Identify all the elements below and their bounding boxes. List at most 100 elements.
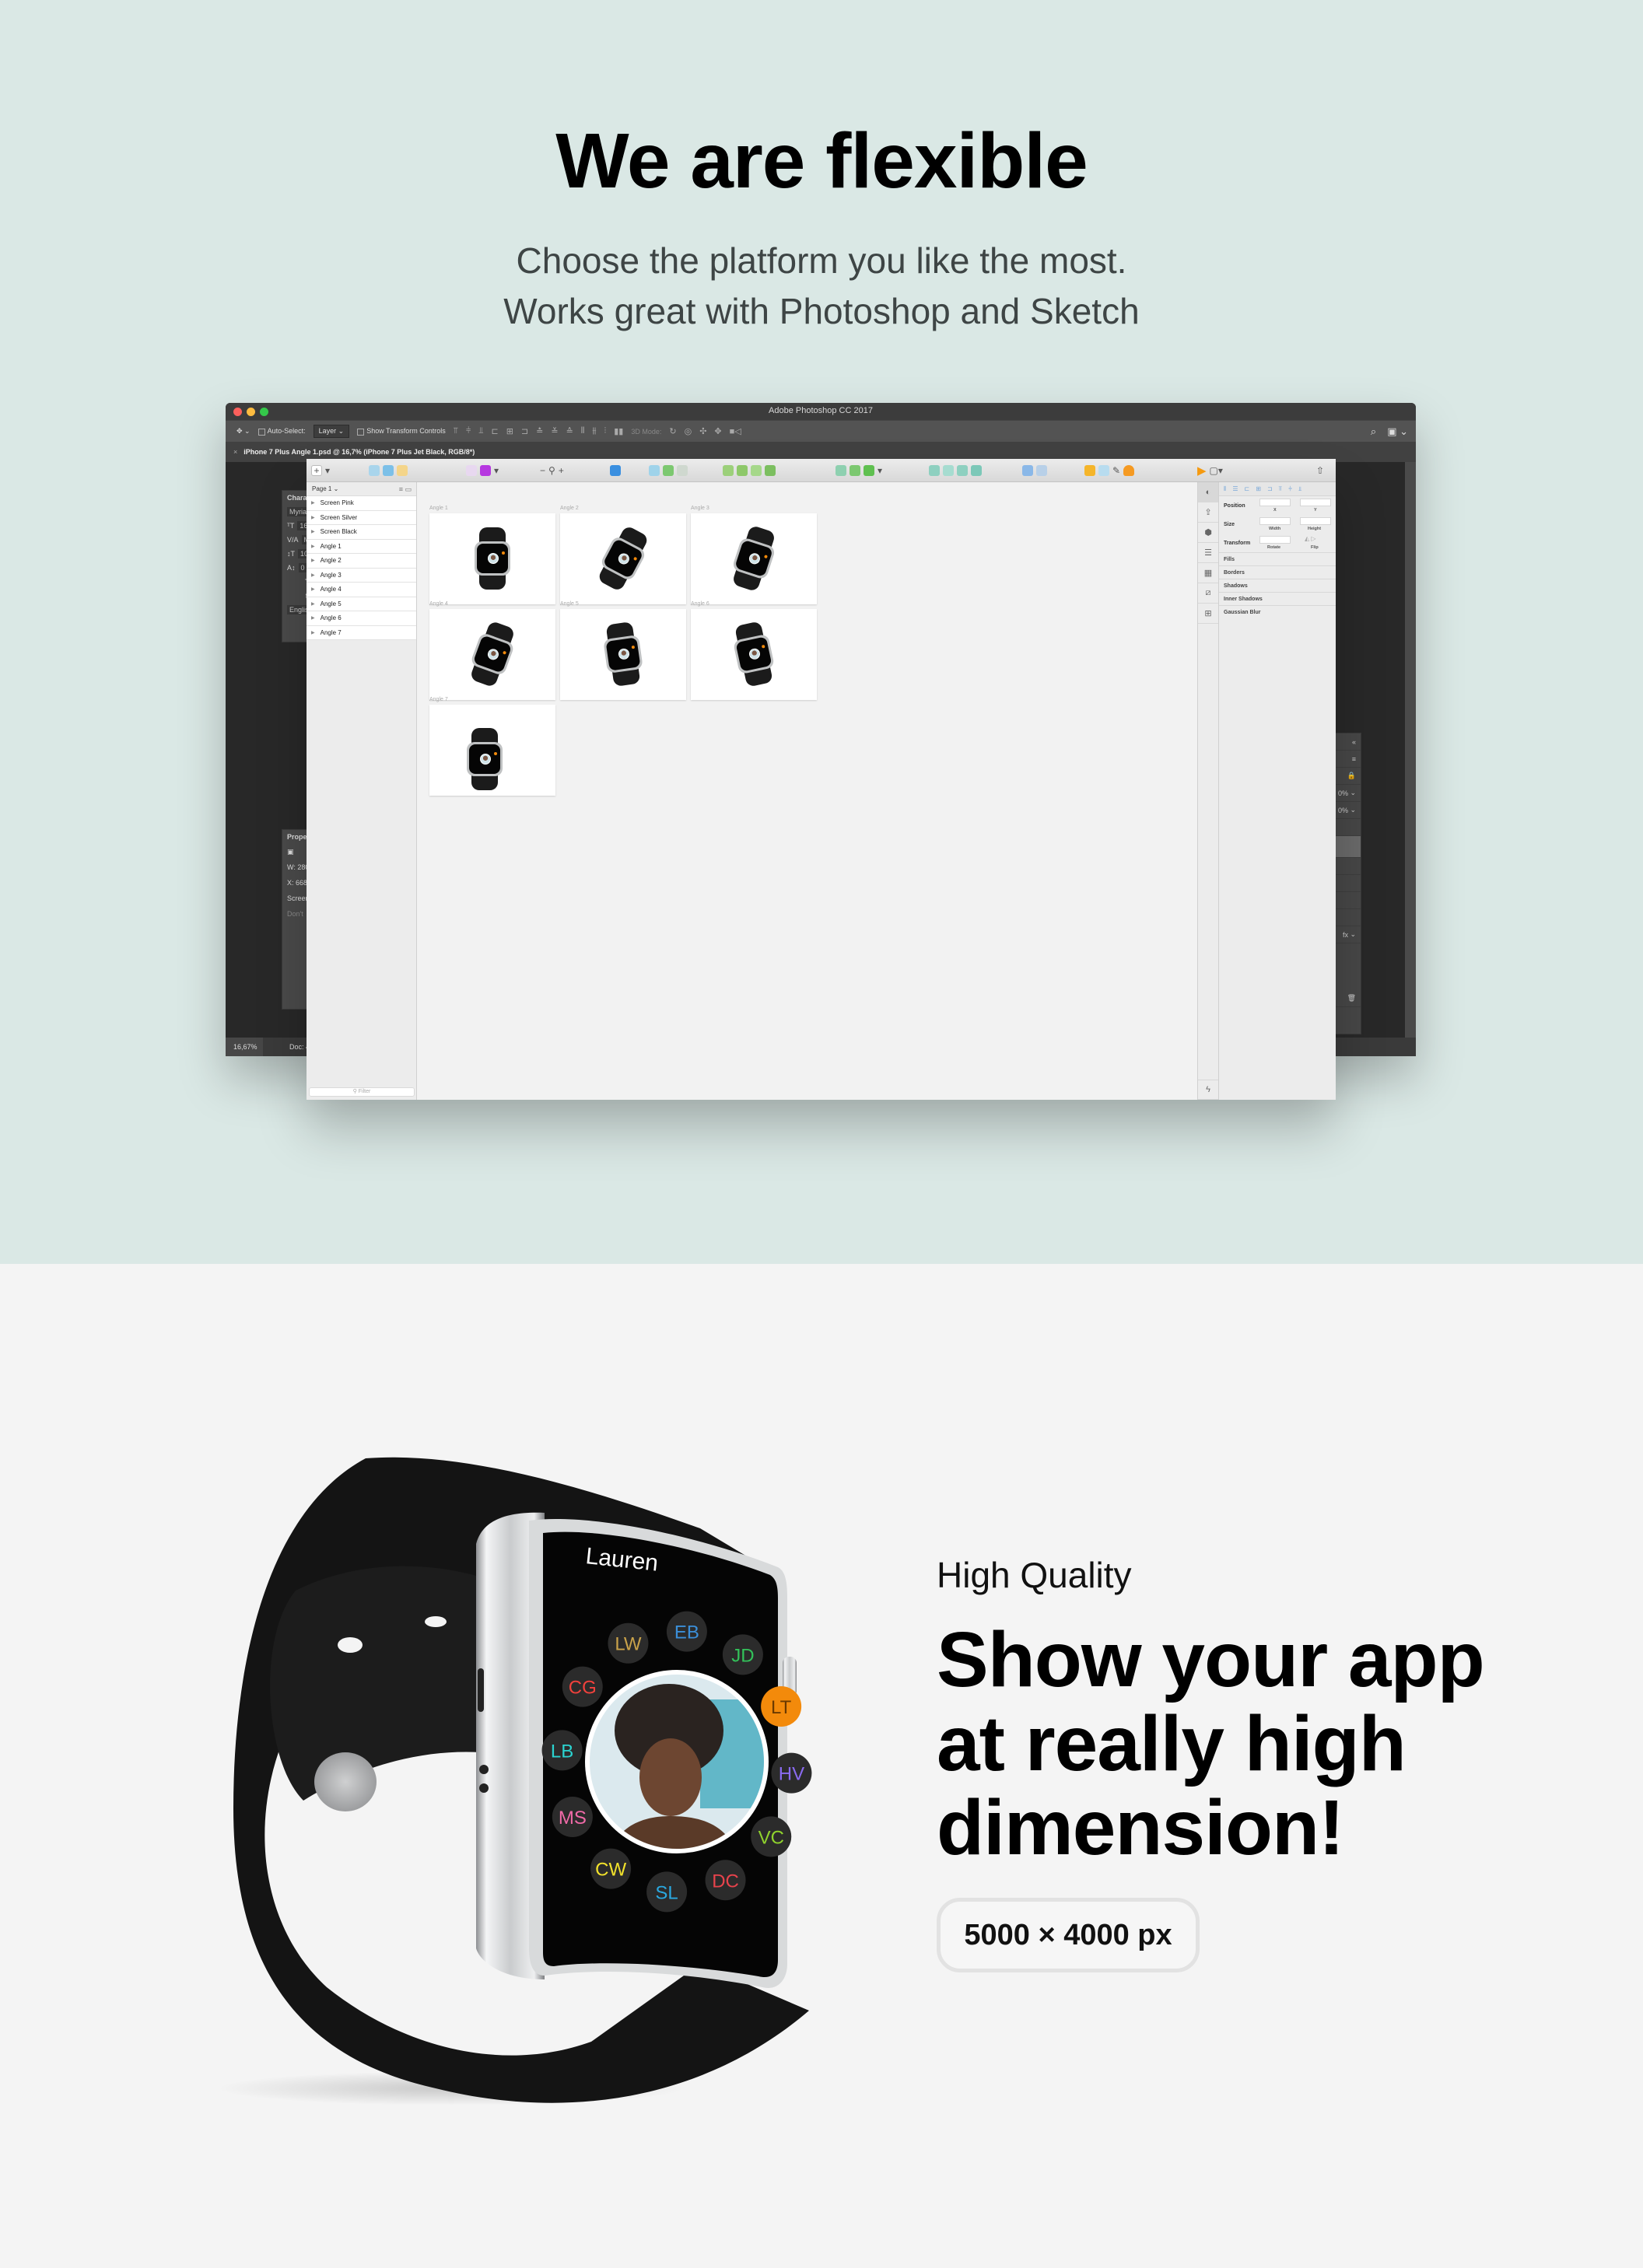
height-input[interactable] [1300,517,1331,525]
disclosure-triangle-icon[interactable]: ▶ [311,572,315,578]
disclosure-triangle-icon[interactable]: ▶ [311,630,315,635]
fill-value[interactable]: 0% [1338,807,1348,814]
align-icon[interactable] [929,465,940,476]
contact-bubble[interactable]: CG [562,1666,603,1707]
layer-list-item[interactable]: ▶ Angle 7 [307,625,416,640]
align-top-icon[interactable]: ⫪ [1279,485,1283,493]
artboard[interactable] [429,609,555,700]
layer-order-buttons[interactable]: ▾ [836,464,882,478]
layer-list-item[interactable]: ▶ Screen Black [307,525,416,540]
fx-icon[interactable]: fx [1343,931,1348,939]
artboard-label[interactable]: Angle 1 [429,506,448,511]
auto-align-icon[interactable]: ▮▮ [614,426,623,436]
create-grid-icon[interactable] [1098,465,1109,476]
3d-scale-icon[interactable]: ■◁ [730,426,741,436]
disclosure-triangle-icon[interactable]: ▶ [311,558,315,563]
contact-bubble[interactable]: VC [751,1816,792,1857]
close-tab-icon[interactable]: × [233,448,237,456]
3d-drag-icon[interactable]: ✣ [699,426,706,436]
distribute-hcenter-icon[interactable]: ⫵ [592,426,596,436]
path-buttons[interactable] [649,464,688,478]
distribute-vcenter-icon[interactable]: ≚ [551,426,558,436]
scale-buttons[interactable] [1022,464,1047,478]
disclosure-triangle-icon[interactable]: ▶ [311,601,315,607]
disclosure-triangle-icon[interactable]: ▶ [311,615,315,621]
distribute-top-icon[interactable]: ≛ [536,426,543,436]
align-center-icon[interactable]: ⊞ [1256,485,1261,492]
distribute-right-icon[interactable]: ⫶ [604,426,606,436]
artboard[interactable] [691,609,817,700]
ungroup-icon[interactable] [383,465,394,476]
zoom-in-icon[interactable]: + [559,465,564,476]
align-right-icon[interactable]: ⊐ [1267,485,1273,492]
layer-list-item[interactable]: ▶ Angle 6 [307,611,416,626]
group-icon[interactable] [369,465,380,476]
preview-buttons[interactable]: ▶ ▢▾ [1197,464,1223,478]
contact-bubble[interactable]: LW [608,1622,649,1664]
align-hcenter-icon[interactable]: ⊞ [506,426,513,436]
layer-list-item[interactable]: ▶ Screen Pink [307,496,416,511]
distribute-bottom-icon[interactable]: ≙ [566,426,573,436]
zoom-out-icon[interactable]: − [540,465,545,476]
preview-play-icon[interactable]: ▶ [1197,464,1207,478]
forward-icon[interactable] [836,465,846,476]
insert-button[interactable]: + ▾ [311,464,330,478]
inspector-section-fills[interactable]: Fills [1219,552,1336,565]
show-transform-checkbox[interactable]: Show Transform Controls [357,427,446,436]
difference-icon[interactable] [765,465,776,476]
export-button[interactable]: ⇧ [1316,464,1324,478]
backward-icon[interactable] [850,465,860,476]
contact-bubble[interactable]: LB [541,1730,583,1771]
artboard-label[interactable]: Angle 5 [560,601,579,607]
view-layout-icon[interactable]: ▢▾ [1210,465,1223,476]
style-tab-icon[interactable]: ◐ [1198,482,1218,502]
inspector-section-shadows[interactable]: Shadows [1219,579,1336,592]
contact-bubble[interactable]: LT [761,1686,802,1727]
layer-list-item[interactable]: ▶ Angle 4 [307,583,416,597]
inspector-section-inner-shadows[interactable]: Inner Shadows [1219,592,1336,605]
layer-list-item[interactable]: ▶ Angle 5 [307,597,416,611]
inspector-section-gaussian-blur[interactable]: Gaussian Blur [1219,605,1336,618]
transform-icon[interactable] [649,465,660,476]
settings-tab-icon[interactable]: ⬢ [1198,523,1218,543]
artboard[interactable] [560,609,686,700]
mask-icon[interactable] [864,465,874,476]
symbols-tab-icon[interactable]: ▦ [1198,563,1218,583]
plugin-icon[interactable] [1123,465,1135,476]
match-icon[interactable] [957,465,968,476]
contact-bubble[interactable]: MS [552,1797,593,1837]
make-grid-icon[interactable] [1036,465,1047,476]
artboard-label[interactable]: Angle 4 [429,601,448,607]
pencil-icon[interactable]: ✎ [1112,465,1120,476]
position-x-input[interactable] [1259,499,1291,506]
dont-dropdown[interactable]: Don't [287,910,303,918]
distribute-v-icon[interactable]: ☰ [1232,485,1238,492]
detach-symbol-icon[interactable] [466,465,477,476]
list-view-icon[interactable]: ≡ [399,485,403,493]
distribute-left-icon[interactable]: ⫴ [581,426,585,436]
align-bottom-icon[interactable]: ⫫ [1298,485,1302,493]
symbol-buttons[interactable]: ▾ [466,464,499,478]
contact-bubble[interactable]: JD [722,1634,763,1675]
rotate-icon[interactable] [663,465,674,476]
move-tool-icon[interactable]: ✥ ⌄ [236,427,250,436]
align-buttons[interactable]: ⫪ ⫩ ⫫ ⊏ ⊞ ⊐ ≛ ≚ ≙ ⫴ ⫵ ⫶ ▮▮ [454,426,624,436]
disclosure-triangle-icon[interactable]: ▶ [311,515,315,520]
auto-select-checkbox[interactable]: Auto-Select: [257,427,306,436]
position-y-input[interactable] [1300,499,1331,506]
contact-bubble[interactable]: HV [771,1752,812,1794]
3d-mode-buttons[interactable]: ↻ ◎ ✣ ✥ ■◁ [669,426,741,436]
artboard-label[interactable]: Angle 7 [429,697,448,702]
group-buttons[interactable] [369,464,408,478]
x-value[interactable]: 668 [296,879,307,887]
disclosure-triangle-icon[interactable]: ▶ [311,586,315,592]
layer-list-item[interactable]: ▶ Screen Silver [307,510,416,525]
align-vcenter-icon[interactable]: ⫩ [466,426,471,436]
opacity-value[interactable]: 0% [1338,789,1348,797]
zoom-controls[interactable]: − ⚲ + [540,464,564,478]
3d-rotate-icon[interactable]: ↻ [669,426,676,436]
disclosure-triangle-icon[interactable]: ▶ [311,500,315,506]
artboard-label[interactable]: Angle 6 [691,601,709,607]
artboard-label[interactable]: Angle 3 [691,506,709,511]
add-image-tab-icon[interactable]: ⊞ [1198,604,1218,624]
